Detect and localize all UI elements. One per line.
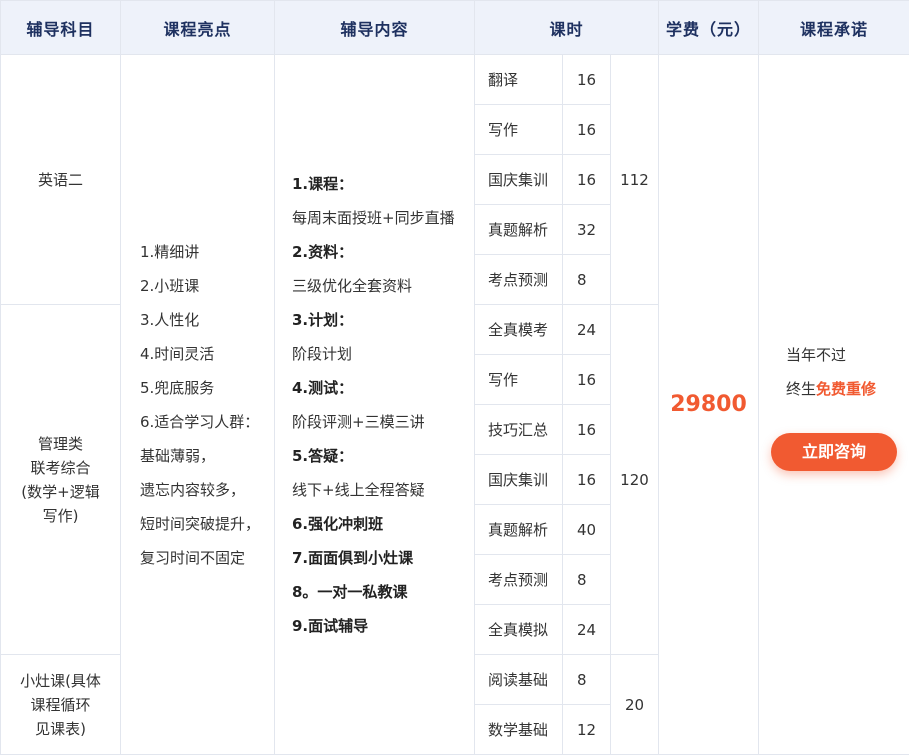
- consult-button[interactable]: 立即咨询: [771, 433, 897, 471]
- lesson-hours: 16: [562, 454, 611, 505]
- content-item: 每周末面授班+同步直播: [292, 208, 455, 227]
- promise-prefix: 终生: [786, 380, 817, 398]
- promise-line-1: 当年不过: [786, 346, 847, 364]
- group-total-hours: 20: [610, 654, 659, 755]
- highlight-item: 遗忘内容较多，: [140, 480, 246, 499]
- content-item: 6.强化冲刺班: [292, 514, 384, 533]
- lesson-hours: 24: [562, 304, 611, 355]
- lesson-hours: 16: [562, 154, 611, 205]
- header-row: 辅导科目 课程亮点 辅导内容 课时 学费（元） 课程承诺: [0, 0, 909, 55]
- highlight-item: 4.时间灵活: [140, 344, 215, 363]
- lesson-name: 写作: [474, 104, 563, 155]
- lesson-hours: 12: [562, 704, 611, 755]
- subject-cell: 管理类 联考综合 (数学+逻辑 写作): [0, 304, 121, 655]
- lesson-name: 国庆集训: [474, 454, 563, 505]
- header-promise: 课程承诺: [758, 0, 909, 55]
- lesson-name: 阅读基础: [474, 654, 563, 705]
- group-total-hours: 112: [610, 54, 659, 305]
- lesson-name: 技巧汇总: [474, 404, 563, 455]
- promise-highlight: 免费重修: [816, 380, 877, 398]
- lesson-name: 考点预测: [474, 254, 563, 305]
- content-item: 9.面试辅导: [292, 616, 369, 635]
- lesson-hours: 16: [562, 54, 611, 105]
- lesson-hours: 8: [562, 254, 611, 305]
- lesson-name: 数学基础: [474, 704, 563, 755]
- lesson-name: 写作: [474, 354, 563, 405]
- lesson-hours: 16: [562, 104, 611, 155]
- promise-line-2: 终生免费重修: [786, 372, 909, 406]
- highlight-item: 短时间突破提升，: [140, 514, 261, 533]
- content-item: 4.测试：: [292, 378, 354, 397]
- lesson-hours: 40: [562, 504, 611, 555]
- lesson-name: 考点预测: [474, 554, 563, 605]
- highlights-cell: 1.精细讲 2.小班课 3.人性化 4.时间灵活 5.兜底服务 6.适合学习人群： 基础薄弱…: [120, 54, 275, 755]
- highlight-item: 5.兜底服务: [140, 378, 215, 397]
- lesson-name: 国庆集训: [474, 154, 563, 205]
- lesson-name: 真题解析: [474, 504, 563, 555]
- header-fee: 学费（元）: [658, 0, 759, 55]
- lesson-hours: 8: [562, 654, 611, 705]
- lesson-name: 翻译: [474, 54, 563, 105]
- header-content: 辅导内容: [274, 0, 475, 55]
- lesson-name: 全真模考: [474, 304, 563, 355]
- content-item: 5.答疑：: [292, 446, 354, 465]
- content-item: 三级优化全套资料: [292, 276, 413, 295]
- content-cell: 1.课程： 每周末面授班+同步直播 2.资料： 三级优化全套资料 3.计划： 阶段计划 4.…: [274, 54, 475, 755]
- header-highlights: 课程亮点: [120, 0, 275, 55]
- lesson-hours: 32: [562, 204, 611, 255]
- header-hours: 课时: [474, 0, 659, 55]
- group-total-hours: 120: [610, 304, 659, 655]
- content-item: 2.资料：: [292, 242, 354, 261]
- table-row: 英语二 1.精细讲 2.小班课 3.人性化 4.时间灵活 5.兜底服务 6.适合学习人群： 基…: [0, 54, 909, 755]
- highlight-item: 1.精细讲: [140, 242, 200, 261]
- content-item: 阶段计划: [292, 344, 353, 363]
- content-item: 线下+线上全程答疑: [292, 480, 425, 499]
- highlight-item: 6.适合学习人群：: [140, 412, 260, 431]
- content-item: 3.计划：: [292, 310, 354, 329]
- course-table: 辅导科目 课程亮点 辅导内容 课时 学费（元） 课程承诺 英语二 1.精细讲 2.小…: [0, 0, 909, 755]
- content-item: 阶段评测+三模三讲: [292, 412, 425, 431]
- highlight-item: 2.小班课: [140, 276, 200, 295]
- promise-cell: 当年不过终生免费重修立即咨询: [758, 54, 909, 755]
- subject-cell: 英语二: [0, 54, 121, 305]
- content-item: 1.课程：: [292, 174, 354, 193]
- lesson-name: 真题解析: [474, 204, 563, 255]
- lesson-hours: 8: [562, 554, 611, 605]
- content-item: 8。一对一私教课: [292, 582, 408, 601]
- lesson-hours: 16: [562, 354, 611, 405]
- highlight-item: 3.人性化: [140, 310, 200, 329]
- lesson-hours: 16: [562, 404, 611, 455]
- subject-cell: 小灶课(具体 课程循环 见课表): [0, 654, 121, 755]
- header-subject: 辅导科目: [0, 0, 121, 55]
- content-item: 7.面面俱到小灶课: [292, 548, 414, 567]
- highlight-item: 复习时间不固定: [140, 548, 246, 567]
- lesson-hours: 24: [562, 604, 611, 655]
- highlight-item: 基础薄弱，: [140, 446, 216, 465]
- fee-cell: 29800: [658, 54, 759, 755]
- lesson-name: 全真模拟: [474, 604, 563, 655]
